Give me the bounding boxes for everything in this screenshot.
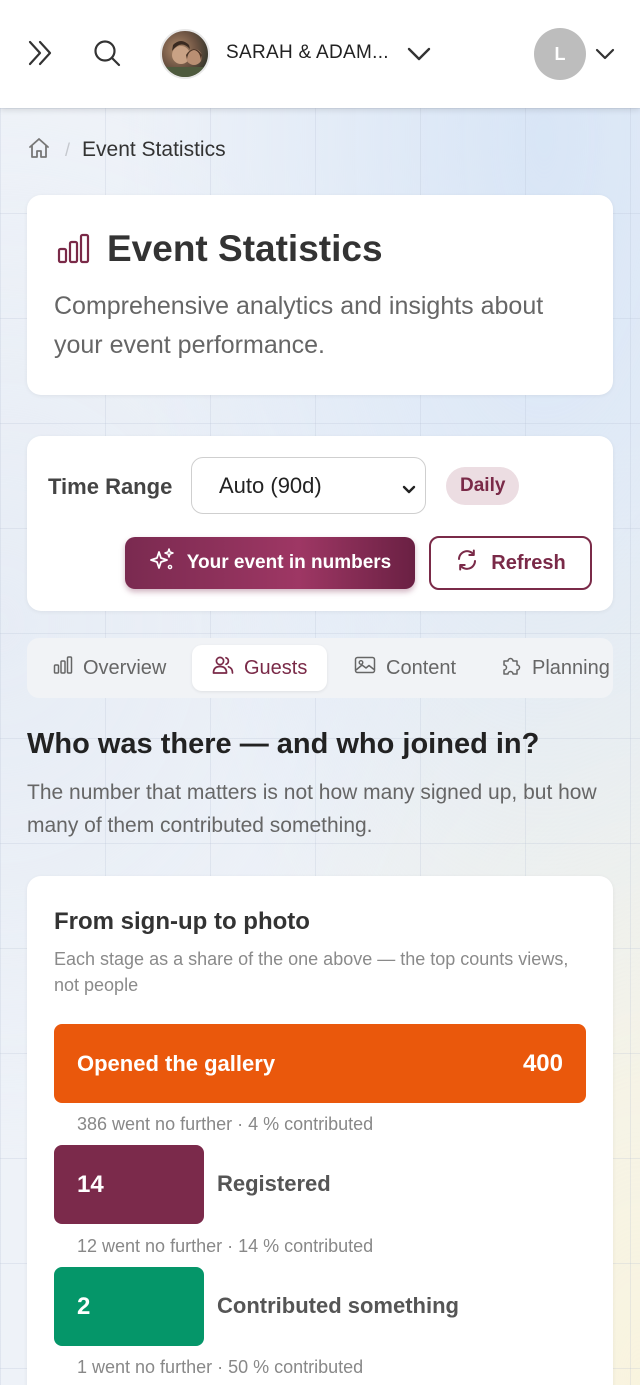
- expand-sidebar-icon[interactable]: [24, 36, 58, 70]
- funnel-title: From sign-up to photo: [54, 908, 310, 935]
- chevron-down-icon[interactable]: [404, 40, 434, 68]
- bar-chart-icon: [53, 655, 73, 681]
- bar-chart-icon: [57, 233, 91, 270]
- funnel-stage-opened: Opened the gallery 400: [54, 1024, 586, 1103]
- sparkles-icon: [149, 547, 175, 579]
- tab-content-label: Content: [386, 656, 457, 679]
- event-avatar[interactable]: [160, 29, 210, 79]
- event-in-numbers-label: Your event in numbers: [186, 552, 392, 573]
- tab-planning[interactable]: Planning: [500, 645, 610, 691]
- user-avatar[interactable]: L: [534, 28, 586, 80]
- time-range-label: Time Range: [48, 474, 173, 499]
- user-menu-chevron-icon[interactable]: [592, 44, 618, 64]
- stage-label: Contributed something: [217, 1293, 459, 1318]
- section-description: The number that matters is not how many …: [27, 781, 597, 837]
- stage-value: 2: [77, 1292, 91, 1320]
- tab-content[interactable]: Content: [354, 645, 456, 691]
- page-subtitle: Comprehensive analytics and insights abo…: [54, 292, 544, 359]
- page-header-card: Event Statistics Comprehensive analytics…: [27, 195, 613, 395]
- funnel-stage-registered: 14: [54, 1145, 204, 1224]
- refresh-icon: [455, 548, 479, 578]
- stage-note: 12 went no further · 14 % contributed: [77, 1236, 374, 1256]
- stage-label: Registered: [217, 1171, 331, 1196]
- select-chevron-icon: [401, 478, 417, 504]
- breadcrumb-separator: /: [65, 139, 71, 160]
- refresh-button[interactable]: Refresh: [429, 536, 592, 590]
- stats-tabs: Overview Guests Content Planning: [27, 638, 613, 698]
- stage-label: Opened the gallery: [77, 1050, 276, 1076]
- tab-guests-label: Guests: [244, 656, 308, 679]
- stage-value: 14: [77, 1170, 104, 1198]
- home-icon[interactable]: [27, 136, 51, 165]
- event-in-numbers-button[interactable]: Your event in numbers: [125, 537, 415, 589]
- image-icon: [354, 655, 376, 681]
- funnel-stage-contributed: 2: [54, 1267, 204, 1346]
- funnel-card: From sign-up to photo Each stage as a sh…: [27, 876, 613, 1385]
- puzzle-icon: [500, 654, 522, 682]
- page-title: Event Statistics: [107, 228, 383, 269]
- time-range-value: Auto (90d): [219, 472, 322, 498]
- event-name[interactable]: SARAH & ADAM...: [226, 42, 389, 64]
- stage-note: 386 went no further · 4 % contributed: [77, 1114, 374, 1134]
- tab-overview[interactable]: Overview: [53, 645, 166, 691]
- top-bar: SARAH & ADAM... L: [0, 0, 640, 108]
- section-title: Who was there — and who joined in?: [27, 728, 540, 760]
- stage-value: 400: [522, 1049, 563, 1077]
- stage-note: 1 went no further · 50 % contributed: [77, 1357, 364, 1377]
- granularity-badge: Daily: [446, 467, 520, 505]
- tab-guests[interactable]: Guests: [192, 645, 327, 691]
- tab-planning-label: Planning: [532, 656, 610, 679]
- breadcrumb-current: Event Statistics: [82, 138, 226, 161]
- funnel-description: Each stage as a share of the one above —…: [54, 949, 569, 995]
- refresh-label: Refresh: [491, 551, 566, 574]
- users-icon: [212, 655, 234, 681]
- time-range-select[interactable]: Auto (90d): [191, 457, 426, 514]
- controls-card: Time Range Auto (90d) Daily Your event i…: [27, 436, 613, 611]
- tab-overview-label: Overview: [83, 656, 167, 679]
- search-icon[interactable]: [90, 36, 124, 70]
- breadcrumb: / Event Statistics: [27, 136, 226, 164]
